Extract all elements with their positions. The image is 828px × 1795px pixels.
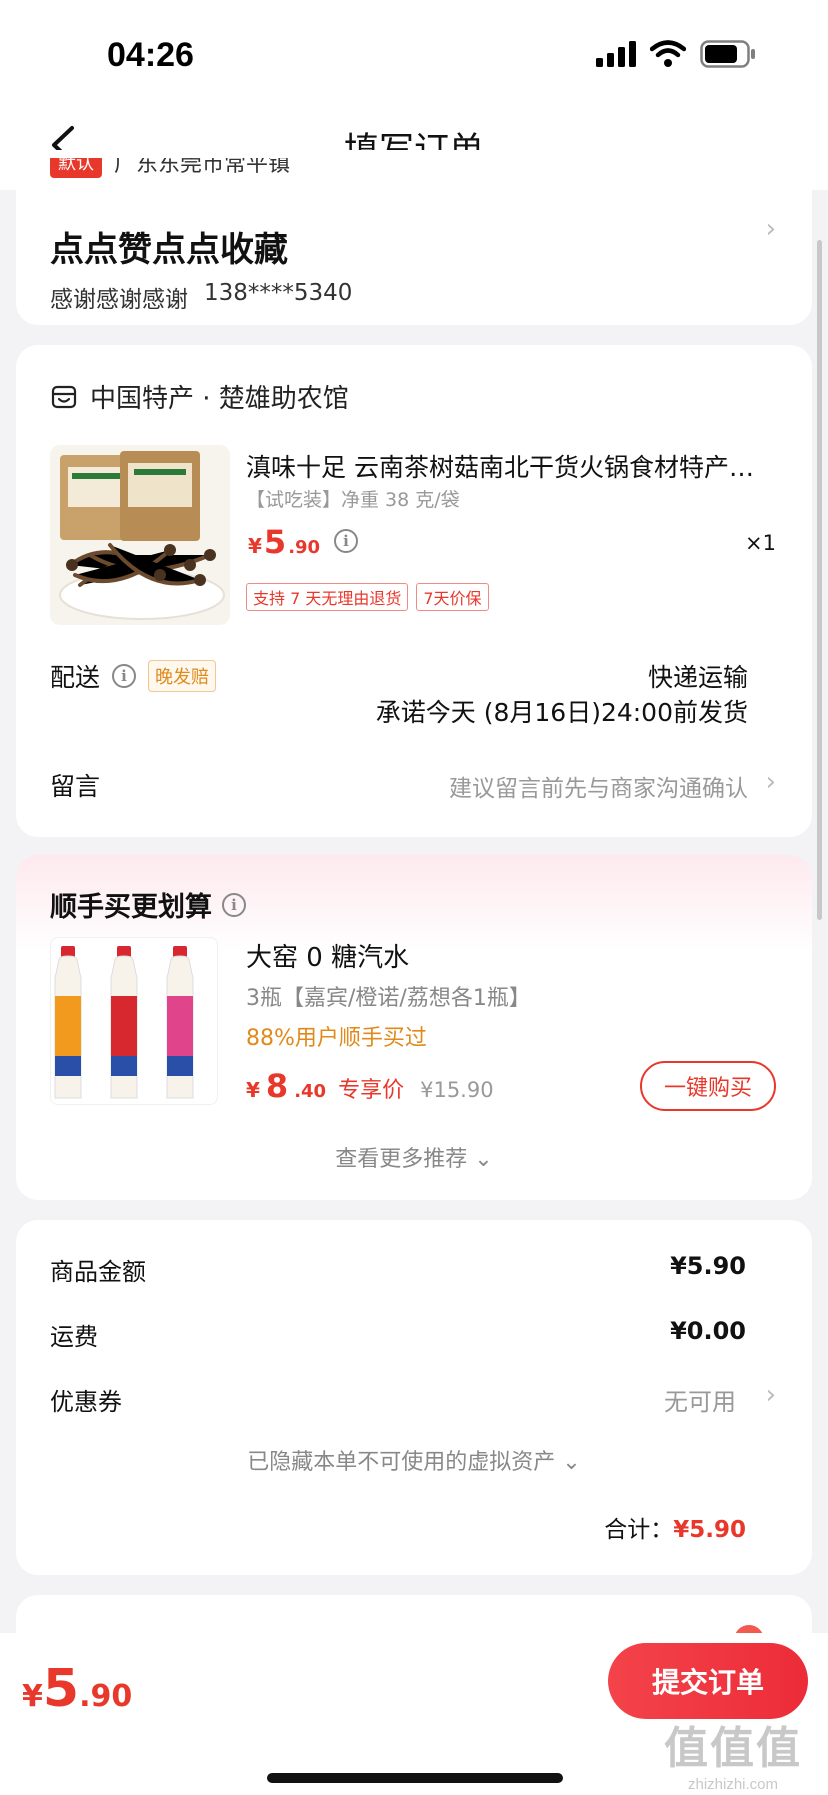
return-policy-tag: 支持 7 天无理由退货 [246, 583, 409, 611]
upsell-info-icon[interactable]: i [222, 892, 246, 917]
upsell-product-image[interactable] [50, 937, 218, 1105]
upsell-title-row: 顺手买更划算 i [50, 885, 246, 924]
upsell-title: 顺手买更划算 [50, 892, 212, 923]
exclusive-price-label: 专享价 [338, 1078, 405, 1103]
original-price: ¥15.90 [420, 1078, 494, 1102]
chevron-right-icon: › [765, 214, 776, 244]
watermark-logo: 值值值 [664, 1723, 802, 1774]
chevron-right-icon: › [765, 1380, 776, 1410]
address-region: 广东东莞市常平镇 [114, 158, 291, 177]
summary-value: ¥5.90 [670, 1252, 746, 1280]
status-icons [596, 40, 756, 68]
hidden-assets-toggle[interactable]: 已隐藏本单不可使用的虚拟资产 ⌄ [16, 1444, 812, 1476]
bottom-total-price: ¥ 5 .90 [22, 1659, 132, 1719]
product-spec: 【试吃装】净重 38 克/袋 [246, 489, 460, 511]
late-compensation-badge: 晚发赔 [148, 660, 217, 692]
product-price: ¥ 5 .90 [248, 523, 320, 561]
total-label: 合计： [604, 1517, 674, 1543]
coupon-value: 无可用 [664, 1388, 736, 1416]
price-integer: 5 [42, 1659, 80, 1719]
recipient-name: 感谢感谢感谢 [50, 287, 188, 313]
summary-label: 优惠券 [50, 1388, 122, 1416]
shipping-row-label: 配送 i 晚发赔 [50, 658, 217, 694]
price-protect-tag: 7天价保 [416, 583, 489, 611]
default-address-tag: 默认 [50, 158, 102, 178]
chevron-right-icon: › [765, 767, 776, 797]
summary-label: 运费 [50, 1323, 98, 1351]
price-info-icon[interactable]: i [334, 529, 358, 553]
recipient-phone: 138****5340 [204, 280, 353, 306]
price-currency: ¥ [22, 1679, 43, 1714]
price-decimal: .40 [294, 1081, 327, 1102]
status-bar: 04:26 [0, 0, 828, 110]
shipping-label: 配送 [50, 663, 101, 692]
summary-label: 商品金额 [50, 1258, 146, 1286]
upsell-card: 顺手买更划算 i 大窑 0 糖汽水 3瓶【嘉宾/橙诺/荔想各1瓶】 88%用户顺… [16, 855, 812, 1200]
price-currency: ¥ [246, 1078, 260, 1102]
price-decimal: .90 [79, 1679, 133, 1714]
address-contact: 感谢感谢感谢 138****5340 [50, 280, 352, 314]
upsell-product-spec: 3瓶【嘉宾/橙诺/荔想各1瓶】 [246, 986, 531, 1011]
address-card[interactable]: 默认 广东东莞市常平镇 点点赞点点收藏 感谢感谢感谢 138****5340 › [16, 150, 812, 325]
address-region-row: 默认 广东东莞市常平镇 [50, 158, 290, 178]
order-summary-card: 商品金额 ¥5.90 运费 ¥0.00 优惠券 无可用 › 已隐藏本单不可使用的… [16, 1220, 812, 1575]
upsell-product-name[interactable]: 大窑 0 糖汽水 [246, 937, 409, 974]
upsell-price: ¥ 8 .40 专享价 ¥15.90 [246, 1067, 494, 1105]
shop-name: 中国特产 · 楚雄助农馆 [90, 384, 349, 414]
price-decimal: .90 [288, 537, 321, 558]
wifi-icon [650, 40, 686, 67]
order-total: 合计：¥5.90 [604, 1510, 746, 1544]
summary-row-coupon[interactable]: 优惠券 无可用 [50, 1382, 776, 1417]
service-tags: 支持 7 天无理由退货 7天价保 [246, 583, 489, 611]
store-icon [51, 385, 77, 408]
submit-order-button[interactable]: 提交订单 [608, 1643, 808, 1719]
product-title[interactable]: 滇味十足 云南茶树菇南北干货火锅食材特产… [246, 448, 786, 484]
shop-order-card: 中国特产 · 楚雄助农馆 滇味十足 云南茶树菇南北干货火锅食材特产… 【试吃装】… [16, 345, 812, 837]
more-recommendations-link[interactable]: 查看更多推荐 ⌄ [16, 1141, 812, 1173]
message-input[interactable]: 建议留言前先与商家沟通确认 [449, 769, 748, 803]
upsell-social-proof: 88%用户顺手买过 [246, 1026, 427, 1051]
summary-value: ¥0.00 [670, 1317, 746, 1345]
product-quantity: ×1 [745, 531, 776, 555]
watermark-url: zhizhizhi.com [687, 1776, 779, 1793]
price-currency: ¥ [248, 534, 262, 558]
home-indicator[interactable] [267, 1773, 563, 1783]
status-time: 04:26 [107, 36, 194, 74]
shipping-promise: 承诺今天 (8月16日)24:00前发货 [375, 698, 748, 727]
shipping-method: 快递运输 [647, 663, 748, 692]
product-image[interactable] [50, 445, 230, 625]
price-integer: 8 [265, 1067, 289, 1105]
one-click-buy-button[interactable]: 一键购买 [640, 1061, 776, 1111]
summary-row-goods: 商品金额 ¥5.90 [50, 1252, 776, 1287]
total-value: ¥5.90 [673, 1517, 746, 1543]
battery-icon [700, 40, 755, 68]
signal-icon [596, 41, 636, 67]
shipping-info-icon[interactable]: i [112, 664, 137, 688]
summary-row-shipping: 运费 ¥0.00 [50, 1317, 776, 1352]
message-label: 留言 [50, 772, 101, 801]
scrollbar[interactable] [817, 240, 822, 920]
price-integer: 5 [263, 523, 287, 561]
watermark: 值值值 zhizhizhi.com [664, 1712, 802, 1793]
address-detail: 点点赞点点收藏 [50, 230, 288, 270]
shop-header[interactable]: 中国特产 · 楚雄助农馆 [50, 378, 349, 415]
